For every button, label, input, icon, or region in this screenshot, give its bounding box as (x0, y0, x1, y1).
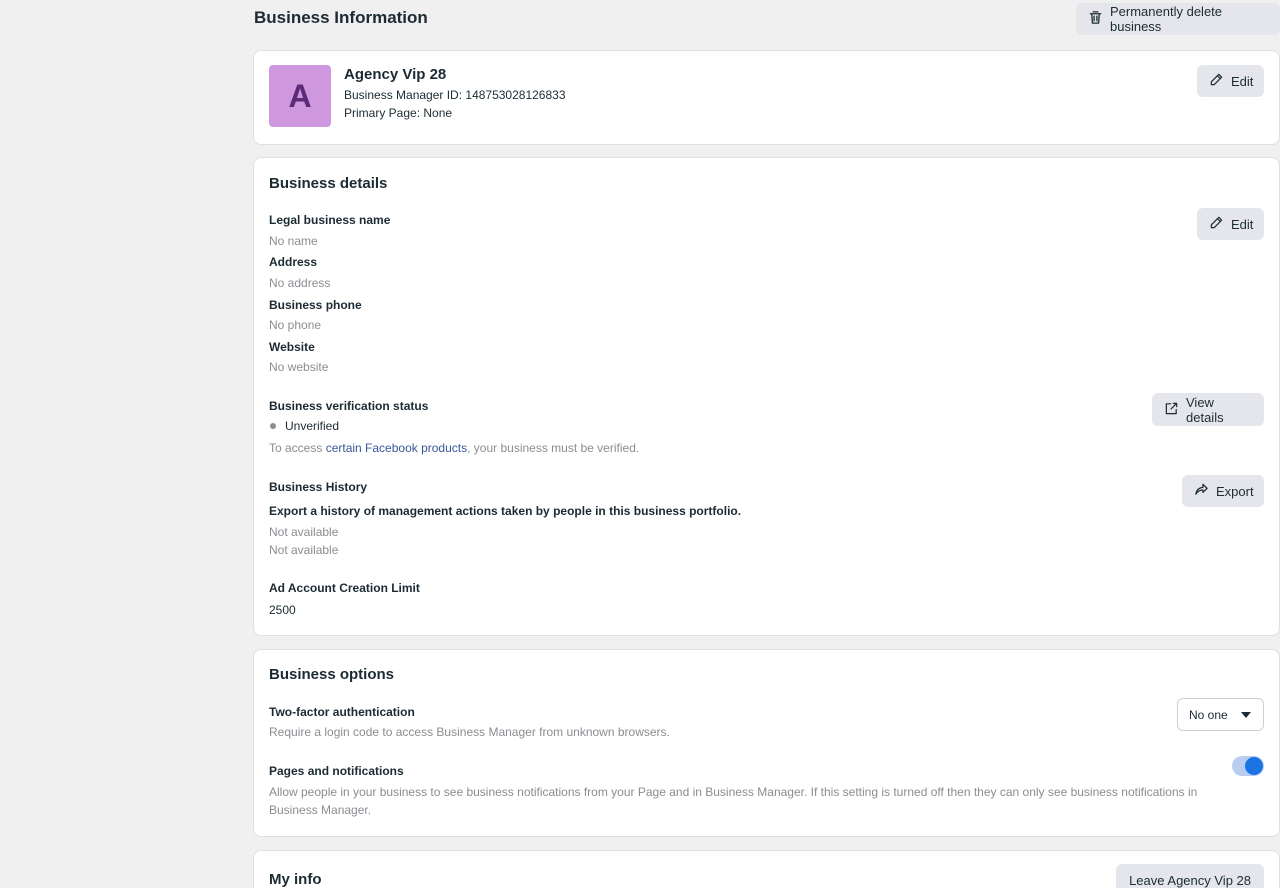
permanently-delete-business-button[interactable]: Permanently delete business (1076, 3, 1280, 35)
address-label: Address (269, 255, 318, 269)
facebook-products-link[interactable]: certain Facebook products (326, 441, 467, 455)
website-label: Website (269, 340, 315, 354)
my-info-title: My info (269, 871, 322, 888)
primary-page: Primary Page: None (344, 106, 453, 120)
two-factor-label: Two-factor authentication (269, 705, 415, 719)
business-details-title: Business details (269, 175, 388, 192)
verification-note-suffix: , your business must be verified. (467, 441, 640, 455)
verification-note: To access certain Facebook products, you… (269, 441, 639, 455)
business-history-label: Business History (269, 480, 368, 494)
pages-notifications-toggle[interactable] (1232, 756, 1264, 776)
view-details-button[interactable]: View details (1152, 393, 1264, 426)
edit-details-button[interactable]: Edit (1197, 208, 1264, 240)
verification-note-prefix: To access (269, 441, 326, 455)
business-profile-card: A Agency Vip 28 Business Manager ID: 148… (253, 50, 1280, 145)
business-details-card: Business details Edit Legal business nam… (253, 157, 1280, 636)
status-dot-icon (270, 423, 276, 429)
pencil-icon (1209, 72, 1224, 90)
edit-label: Edit (1231, 216, 1254, 232)
business-history-value-2: Not available (269, 543, 339, 557)
business-phone-label: Business phone (269, 298, 362, 312)
delete-business-label: Permanently delete business (1110, 4, 1223, 34)
business-manager-id: Business Manager ID: 148753028126833 (344, 88, 566, 102)
leave-business-label: Leave Agency Vip 28 (1129, 872, 1251, 888)
two-factor-dropdown[interactable]: No one (1177, 698, 1264, 731)
business-history-description: Export a history of management actions t… (269, 504, 742, 518)
external-link-icon (1164, 401, 1179, 419)
business-name: Agency Vip 28 (344, 66, 447, 83)
trash-icon (1088, 10, 1103, 28)
business-options-card: Business options Two-factor authenticati… (253, 649, 1280, 837)
pages-notifications-label: Pages and notifications (269, 764, 404, 778)
legal-business-name-label: Legal business name (269, 213, 391, 227)
business-options-title: Business options (269, 666, 395, 683)
ad-account-limit-label: Ad Account Creation Limit (269, 581, 420, 595)
business-avatar: A (269, 65, 331, 127)
two-factor-selected-value: No one (1189, 707, 1228, 722)
business-phone-value: No phone (269, 318, 322, 332)
edit-label: Edit (1231, 73, 1254, 89)
business-history-value-1: Not available (269, 525, 339, 539)
legal-business-name-value: No name (269, 234, 318, 248)
verification-status: Unverified (269, 419, 339, 433)
export-button[interactable]: Export (1182, 475, 1264, 507)
view-details-label: View details (1186, 394, 1224, 425)
ad-account-limit-value: 2500 (269, 603, 296, 617)
export-label: Export (1216, 483, 1254, 499)
leave-business-button[interactable]: Leave Agency Vip 28 (1116, 864, 1264, 888)
my-info-card: My info Leave Agency Vip 28 (253, 850, 1280, 888)
verification-status-label: Business verification status (269, 399, 429, 413)
verification-status-value: Unverified (285, 419, 340, 433)
toggle-knob (1245, 757, 1263, 775)
share-arrow-icon (1194, 482, 1209, 500)
address-value: No address (269, 276, 331, 290)
caret-down-icon (1241, 711, 1251, 718)
edit-profile-button[interactable]: Edit (1197, 65, 1264, 97)
page-title: Business Information (254, 8, 428, 27)
pages-notifications-description: Allow people in your business to see bus… (269, 785, 1198, 817)
two-factor-description: Require a login code to access Business … (269, 725, 670, 739)
pencil-icon (1209, 215, 1224, 233)
website-value: No website (269, 360, 329, 374)
